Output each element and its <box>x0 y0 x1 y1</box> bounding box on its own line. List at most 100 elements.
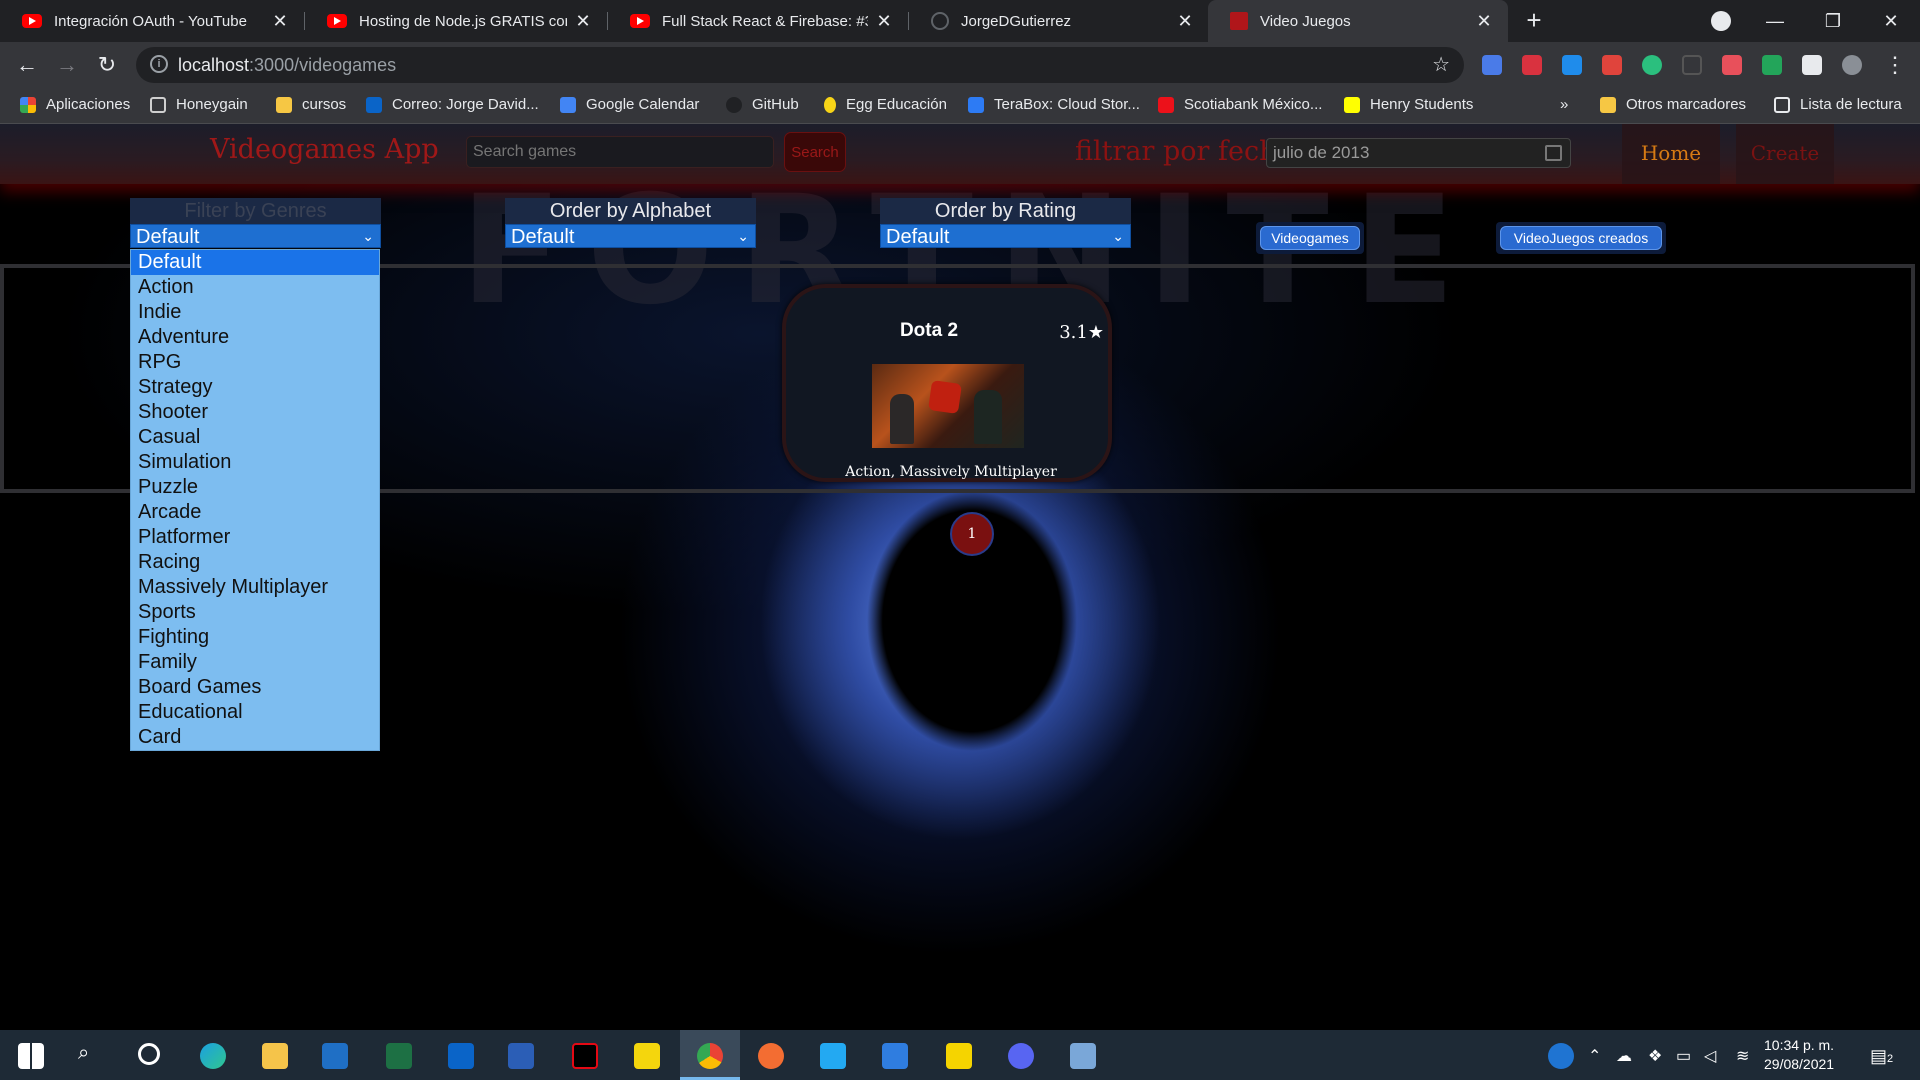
puzzle-icon[interactable] <box>1802 55 1822 75</box>
genre-option[interactable]: Card <box>131 725 379 750</box>
genre-option[interactable]: Racing <box>131 550 379 575</box>
bookmark-terabox[interactable]: TeraBox: Cloud Stor... <box>968 96 1140 113</box>
search-icon[interactable]: ⌕ <box>78 1042 89 1065</box>
search-button[interactable]: Search <box>784 132 846 172</box>
genre-option[interactable]: Adventure <box>131 325 379 350</box>
tab-integracion-oauth[interactable]: Integración OAuth - YouTube ✕ <box>0 0 304 42</box>
genre-option[interactable]: Family <box>131 650 379 675</box>
calendar-icon[interactable] <box>1545 145 1562 161</box>
genre-option[interactable]: Board Games <box>131 675 379 700</box>
bookmark-github[interactable]: GitHub <box>726 96 799 113</box>
date-filter-input[interactable]: julio de 2013 <box>1266 138 1571 168</box>
genre-option[interactable]: Default <box>131 250 379 275</box>
nav-create-link[interactable]: Create <box>1736 124 1834 184</box>
genre-option[interactable]: Puzzle <box>131 475 379 500</box>
rating-select[interactable]: Default ⌄ <box>880 224 1131 248</box>
profile-avatar[interactable] <box>1842 55 1862 75</box>
menu-icon[interactable]: ⋮ <box>1880 50 1910 80</box>
genre-select[interactable]: Default ⌄ <box>130 224 381 248</box>
close-tab-icon[interactable]: ✕ <box>573 11 593 32</box>
back-icon[interactable]: ← <box>12 50 42 80</box>
play-extension-icon[interactable] <box>1722 55 1742 75</box>
genre-option[interactable]: Educational <box>131 700 379 725</box>
genre-option[interactable]: Casual <box>131 425 379 450</box>
onedrive-icon[interactable]: ☁ <box>1616 1046 1632 1066</box>
tab-hosting-node[interactable]: Hosting de Node.js GRATIS con N ✕ <box>305 0 607 42</box>
bookmark-scotiabank[interactable]: Scotiabank México... <box>1158 96 1322 113</box>
tab-full-stack-react[interactable]: Full Stack React & Firebase: #34 I ✕ <box>608 0 908 42</box>
close-tab-icon[interactable]: ✕ <box>270 11 290 32</box>
chrome-icon[interactable] <box>697 1043 723 1069</box>
address-bar[interactable]: i localhost:3000/videogames ☆ <box>136 47 1464 83</box>
discord-icon[interactable] <box>1008 1043 1034 1069</box>
help-icon[interactable] <box>1548 1043 1574 1069</box>
wifi-icon[interactable]: ≋ <box>1736 1046 1749 1066</box>
app-brand[interactable]: Videogames App <box>210 134 439 165</box>
dropbox-icon[interactable]: ❖ <box>1648 1046 1662 1066</box>
edge-icon[interactable] <box>200 1043 226 1069</box>
genre-option[interactable]: Arcade <box>131 500 379 525</box>
page-button[interactable]: 1 <box>950 512 994 556</box>
bookmark-google-calendar[interactable]: Google Calendar <box>560 96 699 113</box>
postman-icon[interactable] <box>758 1043 784 1069</box>
bookmark-honeygain[interactable]: Honeygain <box>150 96 248 113</box>
forward-icon[interactable]: → <box>52 50 82 80</box>
more-bookmarks-button[interactable]: » <box>1560 96 1568 113</box>
nav-home-link[interactable]: Home <box>1622 124 1720 184</box>
cortana-icon[interactable] <box>138 1043 160 1065</box>
bookmark-star-icon[interactable]: ☆ <box>1432 52 1450 77</box>
site-info-icon[interactable]: i <box>150 55 168 73</box>
search-input[interactable] <box>466 136 774 168</box>
vscode-icon[interactable] <box>820 1043 846 1069</box>
close-tab-icon[interactable]: ✕ <box>874 11 894 32</box>
tab-video-juegos[interactable]: Video Juegos ✕ <box>1208 0 1508 42</box>
bookmark-aplicaciones[interactable]: Aplicaciones <box>20 96 130 113</box>
close-window-button[interactable]: ✕ <box>1862 0 1920 42</box>
close-tab-icon[interactable]: ✕ <box>1175 11 1195 32</box>
system-clock[interactable]: 10:34 p. m. 29/08/2021 <box>1764 1036 1834 1074</box>
reload-icon[interactable]: ↻ <box>92 50 122 80</box>
notification-center-icon[interactable]: ▤2 <box>1870 1046 1893 1067</box>
paint-icon[interactable] <box>1070 1043 1096 1069</box>
pocket-extension-icon[interactable] <box>1522 55 1542 75</box>
maximize-button[interactable]: ❐ <box>1804 0 1862 42</box>
snowflake-extension-icon[interactable] <box>1562 55 1582 75</box>
alphabet-select[interactable]: Default ⌄ <box>505 224 756 248</box>
genre-option[interactable]: RPG <box>131 350 379 375</box>
windows-start-icon[interactable] <box>18 1043 44 1069</box>
media-app-icon[interactable] <box>946 1043 972 1069</box>
genre-option[interactable]: Indie <box>131 300 379 325</box>
genre-option[interactable]: Sports <box>131 600 379 625</box>
game-card[interactable]: Dota 2 3.1★ Action, Massively Multiplaye… <box>782 284 1112 482</box>
created-games-button[interactable]: VideoJuegos creados <box>1496 222 1666 254</box>
excel-icon[interactable] <box>386 1043 412 1069</box>
bookmark-correo[interactable]: Correo: Jorge David... <box>366 96 539 113</box>
reading-list-button[interactable]: Lista de lectura <box>1774 96 1902 113</box>
shield-extension-icon[interactable] <box>1762 55 1782 75</box>
circle-extension-icon[interactable] <box>1642 55 1662 75</box>
extension-icon[interactable] <box>1602 55 1622 75</box>
tab-search-icon[interactable] <box>1711 11 1731 31</box>
videogames-button[interactable]: Videogames <box>1256 222 1364 254</box>
upload-app-icon[interactable] <box>882 1043 908 1069</box>
radio-extension-icon[interactable] <box>1682 55 1702 75</box>
netflix-icon[interactable] <box>572 1043 598 1069</box>
genre-option[interactable]: Shooter <box>131 400 379 425</box>
chevron-up-icon[interactable]: ⌃ <box>1588 1046 1601 1066</box>
genre-option[interactable]: Action <box>131 275 379 300</box>
genre-option[interactable]: Massively Multiplayer <box>131 575 379 600</box>
volume-icon[interactable]: ◁ <box>1704 1046 1716 1066</box>
sticky-notes-icon[interactable] <box>634 1043 660 1069</box>
tab-github[interactable]: JorgeDGutierrez ✕ <box>909 0 1209 42</box>
genre-option[interactable]: Platformer <box>131 525 379 550</box>
bookmark-otros-marcadores[interactable]: Otros marcadores <box>1600 96 1746 113</box>
bookmark-henry-students[interactable]: Henry Students <box>1344 96 1473 113</box>
outlook-icon[interactable] <box>448 1043 474 1069</box>
genre-option[interactable]: Fighting <box>131 625 379 650</box>
close-tab-icon[interactable]: ✕ <box>1474 11 1494 32</box>
bookmark-egg-educacion[interactable]: Egg Educación <box>824 96 947 113</box>
file-explorer-icon[interactable] <box>262 1043 288 1069</box>
translate-extension-icon[interactable] <box>1482 55 1502 75</box>
new-tab-button[interactable]: + <box>1520 6 1548 34</box>
genre-option[interactable]: Strategy <box>131 375 379 400</box>
